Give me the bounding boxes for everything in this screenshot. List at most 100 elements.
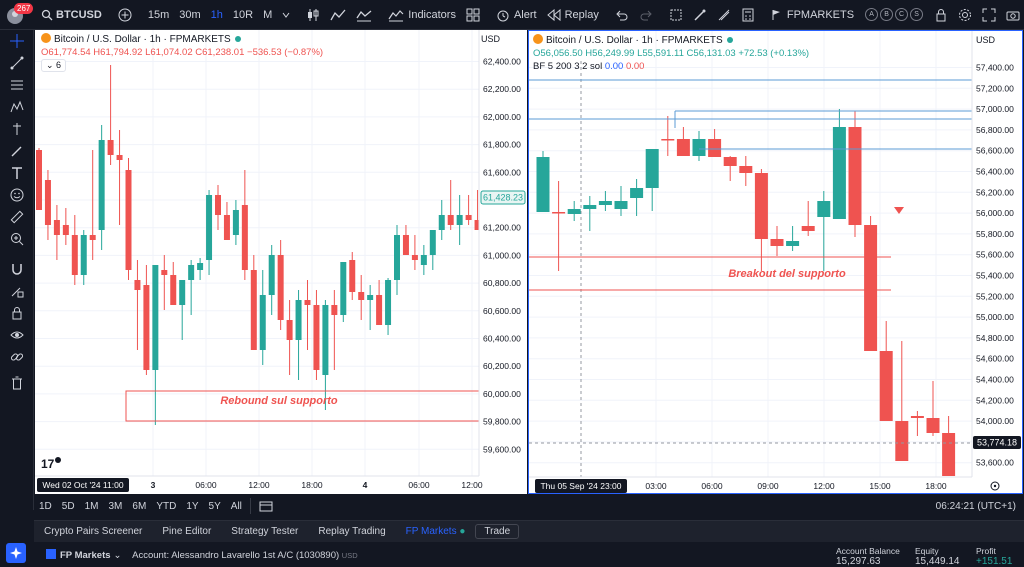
candle-body	[598, 201, 612, 205]
panel-toggle-button[interactable]	[6, 543, 26, 563]
tab-crypto-screener[interactable]: Crypto Pairs Screener	[34, 526, 152, 537]
right-legend-title[interactable]: Bitcoin / U.S. Dollar · 1h · FPMARKETS	[533, 34, 733, 46]
timeframe-1h[interactable]: 1h	[206, 0, 228, 30]
trendline-tool[interactable]	[0, 52, 33, 74]
right-indicator-legend[interactable]: BF 5 200 3 2 sol 0.00 0.00	[533, 61, 644, 72]
range-ytd[interactable]: YTD	[151, 491, 181, 521]
layout-button[interactable]	[461, 0, 485, 30]
left-cursor-date: Wed 02 Oct '24 11:00	[42, 480, 123, 490]
magnet-tool[interactable]	[0, 258, 33, 280]
goto-date-button[interactable]	[254, 491, 278, 521]
timeframe-10r[interactable]: 10R	[228, 0, 258, 30]
replay-button[interactable]: Replay	[542, 0, 604, 30]
range-6m[interactable]: 6M	[127, 491, 151, 521]
left-chart-pane[interactable]: 62,400.00 62,200.00 62,000.00 61,800.00 61,6…	[35, 30, 527, 494]
candle-body	[848, 127, 862, 225]
line-chart-button[interactable]	[325, 0, 351, 30]
compare-button[interactable]	[113, 0, 137, 30]
price-tick-label: 56,200.00	[976, 187, 1014, 197]
lock-all-tool[interactable]	[0, 302, 33, 324]
screenshot-button[interactable]	[1001, 0, 1024, 30]
candle-body	[62, 225, 69, 235]
left-close: C61,238.01	[195, 47, 245, 58]
resistance-lines[interactable]	[529, 79, 972, 150]
crosshair-icon	[9, 34, 24, 48]
candles-icon	[308, 8, 319, 21]
lock-button[interactable]	[929, 0, 953, 30]
ruler-tool-button[interactable]	[712, 0, 736, 30]
equity-value: 15,449.14	[915, 556, 960, 567]
time-tick-label: 03:00	[645, 481, 667, 491]
pencil-lock-icon	[11, 287, 23, 298]
lock-drawings-tool[interactable]	[0, 280, 33, 302]
prediction-tool[interactable]	[0, 118, 33, 140]
calculator-button[interactable]	[736, 0, 760, 30]
zoom-tool[interactable]	[0, 228, 33, 250]
broker-selector[interactable]: FPMARKETS	[766, 0, 859, 30]
range-1y[interactable]: 1Y	[181, 491, 203, 521]
delete-drawings-tool[interactable]	[0, 372, 33, 394]
range-1d[interactable]: 1D	[34, 491, 57, 521]
indicators-button[interactable]: Indicators	[383, 0, 461, 30]
right-chart-pane[interactable]: Breakout del supporto 57,400.00 57,200.00…	[528, 30, 1023, 494]
chart-type-button[interactable]	[301, 0, 325, 30]
timeframe-m[interactable]: M	[258, 0, 277, 30]
account-circle-b[interactable]: B	[880, 8, 894, 21]
range-all[interactable]: All	[226, 491, 247, 521]
fullscreen-button[interactable]	[977, 0, 1001, 30]
left-currency-label[interactable]: USD	[481, 34, 500, 44]
left-legend-title[interactable]: Bitcoin / U.S. Dollar · 1h · FPMARKETS	[41, 33, 241, 45]
price-tick-label: 59,600.00	[483, 444, 521, 454]
account-circle-a[interactable]: A	[865, 8, 879, 21]
symbol-label: BTCUSD	[56, 8, 102, 21]
range-5y[interactable]: 5Y	[204, 491, 226, 521]
range-1m[interactable]: 1M	[80, 491, 104, 521]
text-tool[interactable]	[0, 162, 33, 184]
fib-tool[interactable]	[0, 74, 33, 96]
left-price-axis[interactable]: 62,400.00 62,200.00 62,000.00 61,800.00 61,6…	[483, 57, 521, 455]
candle-body	[438, 215, 445, 230]
timeframe-15m[interactable]: 15m	[143, 0, 174, 30]
trade-button[interactable]: Trade	[475, 524, 520, 539]
settings-button[interactable]	[953, 0, 977, 30]
link-tool[interactable]	[0, 346, 33, 368]
candle-body	[250, 270, 257, 350]
brush-tool[interactable]	[0, 140, 33, 162]
timeframe-30m[interactable]: 30m	[174, 0, 205, 30]
trash-icon	[11, 376, 22, 390]
measure-tool[interactable]	[0, 206, 33, 228]
symbol-search[interactable]: BTCUSD	[36, 0, 107, 30]
range-5d[interactable]: 5D	[57, 491, 80, 521]
broker-name[interactable]: FP Markets	[60, 550, 111, 561]
timeframe-dropdown[interactable]	[277, 0, 295, 30]
fp-markets-logo-icon	[46, 549, 56, 559]
tab-fp-markets[interactable]: FP Markets ●	[396, 526, 476, 537]
clock-display[interactable]: 06:24:21 (UTC+1)	[936, 501, 1024, 512]
tab-pine-editor[interactable]: Pine Editor	[152, 526, 221, 537]
tab-strategy-tester[interactable]: Strategy Tester	[221, 526, 308, 537]
hide-drawings-tool[interactable]	[0, 324, 33, 346]
right-currency-label[interactable]: USD	[976, 35, 995, 45]
account-circle-s[interactable]: S	[910, 8, 924, 21]
undo-button[interactable]	[610, 0, 634, 30]
crosshair-tool[interactable]	[0, 30, 33, 52]
select-tool-button[interactable]	[664, 0, 688, 30]
account-circle-c[interactable]: C	[895, 8, 909, 21]
redo-button[interactable]	[634, 0, 658, 30]
emoji-tool[interactable]	[0, 184, 33, 206]
annotation-breakout[interactable]: Breakout del supporto	[728, 268, 846, 280]
account-name[interactable]: Account: Alessandro Lavarello 1st A/C (1…	[132, 550, 339, 561]
left-high: H61,794.92	[93, 47, 143, 58]
annotation-rebound[interactable]: Rebound sul supporto	[220, 395, 338, 407]
range-3m[interactable]: 3M	[104, 491, 128, 521]
pattern-tool[interactable]	[0, 96, 33, 118]
account-switcher[interactable]: A B C S	[859, 0, 929, 30]
price-tick-label: 57,400.00	[976, 63, 1014, 73]
right-title: Bitcoin / U.S. Dollar · 1h · FPMARKETS	[546, 35, 723, 46]
area-chart-button[interactable]	[351, 0, 377, 30]
alert-button[interactable]: Alert	[491, 0, 542, 30]
brush-tool-button[interactable]	[688, 0, 712, 30]
indicators-collapse-button[interactable]: ⌄ 6	[41, 59, 67, 72]
tab-replay-trading[interactable]: Replay Trading	[308, 526, 395, 537]
user-menu[interactable]: 267	[0, 0, 34, 30]
